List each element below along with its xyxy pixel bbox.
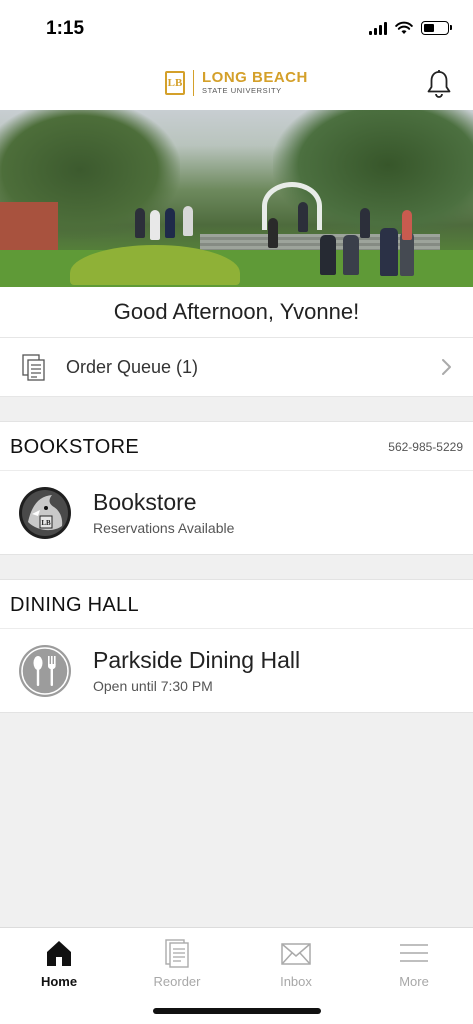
shark-mascot-icon: LB [19,487,71,539]
logo-mark: LB [165,71,185,95]
order-queue-row[interactable]: Order Queue (1) [0,337,473,397]
receipt-icon [165,939,189,968]
university-logo: LB LONG BEACH STATE UNIVERSITY [165,70,308,96]
menu-icon [400,944,428,962]
receipt-stack-icon [22,354,45,381]
app-header: LB LONG BEACH STATE UNIVERSITY [0,58,473,110]
venue-name: Bookstore [93,489,197,515]
tab-label: Inbox [280,974,312,989]
greeting-text: Good Afternoon, Yvonne! [0,287,473,337]
venue-name: Parkside Dining Hall [93,647,301,673]
logo-main-text: LONG BEACH [202,69,308,86]
svg-text:LB: LB [41,519,51,527]
envelope-icon [281,943,311,965]
phone-number-link[interactable]: 562-985-5229 [388,440,463,454]
logo-divider [193,70,194,96]
bookstore-venue-row[interactable]: LB Bookstore Reservations Available [0,471,473,555]
status-icons [369,21,452,35]
tab-home[interactable]: Home [0,934,118,994]
wifi-icon [395,21,413,34]
section-title: BOOKSTORE [10,436,140,458]
tab-inbox[interactable]: Inbox [237,934,355,994]
bell-icon[interactable] [425,69,453,99]
fork-spoon-icon [19,645,71,697]
home-indicator [153,1008,321,1014]
battery-icon [421,21,452,35]
status-time: 1:15 [46,18,85,39]
tab-label: Home [40,974,78,989]
home-icon [47,941,71,966]
venue-status: Reservations Available [93,520,235,536]
section-title: DINING HALL [10,594,139,616]
campus-hero-image [0,110,473,287]
tab-more[interactable]: More [355,934,473,994]
dining-venue-row[interactable]: Parkside Dining Hall Open until 7:30 PM [0,629,473,713]
logo-text: LONG BEACH STATE UNIVERSITY [202,70,308,96]
dining-hall-section-header: DINING HALL [0,579,473,629]
order-queue-label: Order Queue (1) [66,357,199,377]
status-bar: 1:15 [0,0,473,58]
chevron-right-icon [442,359,451,375]
tab-label: Reorder [153,974,201,989]
cellular-signal-icon [369,21,387,35]
logo-sub-text: STATE UNIVERSITY [202,86,282,95]
tab-reorder[interactable]: Reorder [118,934,236,994]
venue-status: Open until 7:30 PM [93,678,213,694]
tab-label: More [399,974,429,989]
bookstore-section-header: BOOKSTORE 562-985-5229 [0,421,473,471]
